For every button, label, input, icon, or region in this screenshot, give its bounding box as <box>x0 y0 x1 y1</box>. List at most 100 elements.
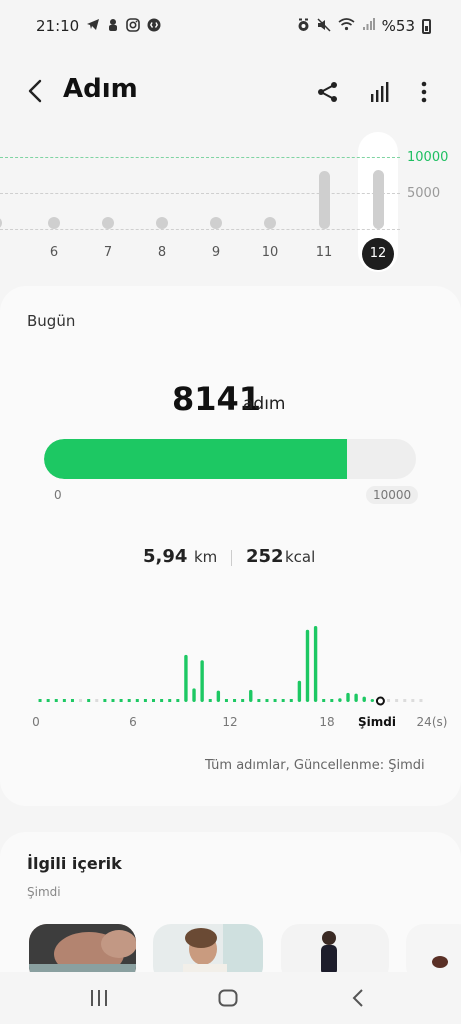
x-tick-label: 24(s) <box>417 715 448 729</box>
day-label[interactable]: 7 <box>93 245 123 260</box>
hourly-bar <box>362 696 366 702</box>
hourly-bar <box>216 690 221 702</box>
app-bar: Adım <box>0 60 461 124</box>
related-content-card: İlgili içerik Şimdi <box>0 832 461 972</box>
related-thumbnail-3[interactable] <box>281 924 389 972</box>
day-dot[interactable] <box>210 217 222 229</box>
day-label[interactable]: 8 <box>147 245 177 260</box>
update-note[interactable]: Tüm adımlar, Güncellenme: Şimdi <box>205 758 425 773</box>
half-goal-label: 5000 <box>407 186 441 201</box>
hourly-dot <box>233 699 237 702</box>
hourly-dot <box>38 699 42 702</box>
day-dot[interactable] <box>0 217 2 229</box>
hourly-dot <box>265 699 269 702</box>
status-right: %53 <box>297 17 431 35</box>
battery-icon <box>422 18 431 34</box>
recents-icon <box>91 990 107 1006</box>
today-caption: Bugün <box>27 312 76 330</box>
day-label[interactable]: 11 <box>309 245 339 260</box>
mute-icon <box>317 17 331 35</box>
steps-progress-bar <box>44 439 416 479</box>
progress-min-label: 0 <box>54 488 62 502</box>
day-label[interactable]: 9 <box>201 245 231 260</box>
stat-divider <box>231 550 232 566</box>
hourly-bar <box>249 689 253 702</box>
related-thumbnail-1[interactable] <box>29 924 136 972</box>
home-button[interactable] <box>211 984 245 1012</box>
instagram-icon <box>126 17 141 35</box>
hourly-steps-chart: 0 6 12 18 Şimdi 24(s) <box>32 626 448 729</box>
more-vertical-icon <box>421 81 427 103</box>
distance-unit: km <box>194 548 218 566</box>
battery-percent: %53 <box>381 17 415 35</box>
hourly-dot <box>411 699 415 702</box>
day-label[interactable]: 6 <box>39 245 69 260</box>
calories-unit: kcal <box>285 548 316 566</box>
status-time: 21:10 <box>36 17 80 35</box>
hourly-dot <box>54 699 58 702</box>
related-title: İlgili içerik <box>27 854 122 873</box>
status-left: 21:10 <box>36 17 161 35</box>
progress-goal-label: 10000 <box>366 486 419 504</box>
hourly-dot <box>208 699 212 702</box>
share-button[interactable] <box>312 76 344 108</box>
hourly-bar <box>184 654 188 702</box>
hourly-dot <box>176 699 180 702</box>
hourly-dot <box>257 699 261 702</box>
day-dot[interactable] <box>156 217 168 229</box>
hourly-bar <box>354 693 358 702</box>
half-goal-line <box>0 193 400 194</box>
back-button[interactable] <box>20 76 50 106</box>
hourly-bar <box>370 698 375 702</box>
x-tick-label: 6 <box>129 715 137 729</box>
day-label-selected[interactable]: 12 <box>362 238 394 270</box>
hourly-bar <box>305 629 310 702</box>
weekly-steps-strip: 10000 5000 5 6 7 8 9 10 11 12 <box>0 130 461 280</box>
home-icon <box>218 989 238 1007</box>
hourly-dot <box>119 699 123 702</box>
hourly-bar <box>346 692 350 702</box>
chevron-left-icon <box>28 79 42 103</box>
hourly-dot <box>387 699 391 702</box>
notification-icon <box>107 18 119 35</box>
x-tick-label: 12 <box>222 715 237 729</box>
day-dot[interactable] <box>102 217 114 229</box>
related-thumbnail-4[interactable] <box>406 924 461 972</box>
goal-line <box>0 157 400 158</box>
wifi-icon <box>338 18 355 34</box>
alarm-icon <box>297 18 310 35</box>
hourly-bar <box>313 626 318 702</box>
hourly-dot <box>289 699 293 702</box>
hourly-dot <box>241 699 245 702</box>
day-label[interactable]: 5 <box>0 245 11 260</box>
day-bar[interactable] <box>372 170 384 229</box>
related-thumbnail-2[interactable] <box>153 924 263 972</box>
system-nav-bar <box>0 972 461 1024</box>
back-nav-button[interactable] <box>341 984 375 1012</box>
status-bar: 21:10 %53 <box>0 0 461 52</box>
recents-button[interactable] <box>82 984 116 1012</box>
hourly-dot <box>46 699 50 702</box>
hourly-dot <box>168 699 172 702</box>
day-bar[interactable] <box>318 170 330 229</box>
hourly-dot <box>127 699 131 702</box>
day-dot[interactable] <box>264 217 276 229</box>
hourly-dot <box>62 699 66 702</box>
hourly-dot <box>322 699 326 702</box>
back-nav-icon <box>352 989 363 1007</box>
more-options-button[interactable] <box>410 76 438 108</box>
hourly-bar <box>192 688 196 702</box>
trends-button[interactable] <box>364 76 396 108</box>
baseline <box>0 229 400 230</box>
today-card: Bugün 8141 adım 0 10000 5,94 km 252 kcal… <box>0 286 461 806</box>
page-title: Adım <box>63 74 138 104</box>
hourly-dot <box>79 699 83 702</box>
hourly-dot <box>160 699 164 702</box>
distance-value: 5,94 <box>143 546 188 567</box>
hourly-bar <box>338 698 342 702</box>
day-dot[interactable] <box>48 217 60 229</box>
steps-progress-fill <box>44 439 347 479</box>
day-label[interactable]: 10 <box>255 245 285 260</box>
signal-icon <box>362 18 375 34</box>
x-tick-label: Şimdi <box>358 715 396 729</box>
